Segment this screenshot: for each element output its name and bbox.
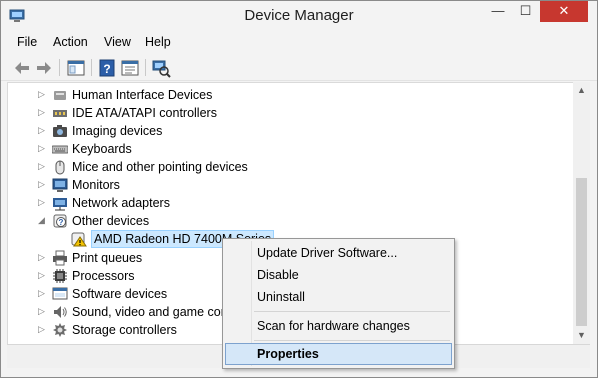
- tree-item-label: Human Interface Devices: [72, 88, 213, 102]
- context-menu: Update Driver Software... Disable Uninst…: [222, 238, 455, 369]
- tree-item-monitors[interactable]: ▷ Monitors: [8, 176, 568, 194]
- tree-item-keyboards[interactable]: ▷ Keyboards: [8, 140, 568, 158]
- tree-item-label: Monitors: [72, 178, 120, 192]
- menu-item-label: Scan for hardware changes: [257, 319, 410, 333]
- forward-arrow-icon[interactable]: [34, 58, 54, 78]
- expand-arrow-icon[interactable]: ▷: [38, 197, 46, 207]
- expand-arrow-icon[interactable]: ▷: [38, 270, 46, 280]
- expand-arrow-icon[interactable]: ▷: [38, 89, 46, 99]
- menu-item-label: Uninstall: [257, 290, 305, 304]
- svg-text:?: ?: [103, 62, 110, 76]
- ide-controller-icon: [53, 110, 67, 117]
- tree-item-label: Other devices: [72, 214, 150, 228]
- help-icon[interactable]: ?: [97, 58, 117, 78]
- printer-icon: [53, 250, 67, 266]
- expand-arrow-icon[interactable]: ▷: [38, 288, 46, 298]
- software-device-icon: [52, 287, 68, 300]
- expand-arrow-icon[interactable]: ▷: [38, 161, 46, 171]
- collapse-arrow-icon[interactable]: ◢: [38, 215, 46, 225]
- processor-icon: [53, 269, 67, 283]
- tree-item-ide-controllers[interactable]: ▷ IDE ATA/ATAPI controllers: [8, 104, 568, 122]
- toolbar-separator: [91, 59, 92, 76]
- tree-item-label: Processors: [72, 269, 135, 283]
- vertical-scrollbar[interactable]: ▲ ▼: [573, 82, 590, 344]
- scroll-down-arrow-icon[interactable]: ▼: [573, 327, 590, 344]
- tree-item-label: Imaging devices: [72, 124, 163, 138]
- tree-item-label: Network adapters: [72, 196, 170, 210]
- tree-item-label: Keyboards: [72, 142, 132, 156]
- speaker-icon: [54, 306, 67, 318]
- hid-icon: [54, 91, 66, 100]
- toolbar-separator: [145, 59, 146, 76]
- expand-arrow-icon[interactable]: ▷: [38, 125, 46, 135]
- expand-arrow-icon[interactable]: ▷: [38, 143, 46, 153]
- menu-bar: File Action View Help: [1, 32, 597, 54]
- close-button[interactable]: ✕: [540, 1, 588, 22]
- device-manager-window: Device Manager — ☐ ✕ File Action View He…: [0, 0, 598, 378]
- scrollbar-thumb[interactable]: [576, 178, 587, 326]
- scroll-up-arrow-icon[interactable]: ▲: [573, 82, 590, 99]
- menu-item-disable[interactable]: Disable: [225, 264, 452, 286]
- toolbar: ?: [1, 54, 597, 81]
- toolbar-separator: [59, 59, 60, 76]
- expand-arrow-icon[interactable]: ▷: [38, 306, 46, 316]
- menu-item-label: Update Driver Software...: [257, 246, 398, 260]
- back-arrow-icon[interactable]: [12, 58, 32, 78]
- tree-item-mice[interactable]: ▷ Mice and other pointing devices: [8, 158, 568, 176]
- menu-view[interactable]: View: [104, 35, 131, 49]
- storage-controller-icon: [53, 323, 67, 337]
- tree-item-label: IDE ATA/ATAPI controllers: [72, 106, 217, 120]
- menu-separator: [254, 340, 450, 341]
- mouse-icon: [55, 160, 65, 175]
- expand-arrow-icon[interactable]: ▷: [38, 252, 46, 262]
- show-hide-console-tree-icon[interactable]: [66, 58, 86, 78]
- tree-item-network-adapters[interactable]: ▷ Network adapters: [8, 194, 568, 212]
- menu-file[interactable]: File: [17, 35, 37, 49]
- properties-icon[interactable]: [120, 58, 140, 78]
- network-adapter-icon: [53, 198, 67, 211]
- expand-arrow-icon[interactable]: ▷: [38, 107, 46, 117]
- expand-arrow-icon[interactable]: ▷: [38, 324, 46, 334]
- tree-item-label: Mice and other pointing devices: [72, 160, 248, 174]
- title-bar[interactable]: Device Manager — ☐ ✕: [1, 1, 597, 32]
- camera-icon: [53, 125, 67, 137]
- menu-help[interactable]: Help: [145, 35, 171, 49]
- expand-arrow-icon[interactable]: ▷: [38, 179, 46, 189]
- scan-hardware-icon[interactable]: [151, 58, 171, 78]
- menu-item-uninstall[interactable]: Uninstall: [225, 286, 452, 308]
- minimize-button[interactable]: —: [484, 1, 512, 22]
- tree-item-label: Software devices: [72, 287, 168, 301]
- svg-text:?: ?: [59, 218, 64, 227]
- menu-action[interactable]: Action: [53, 35, 88, 49]
- tree-item-human-interface-devices[interactable]: ▷ Human Interface Devices: [8, 86, 568, 104]
- menu-item-label: Disable: [257, 268, 299, 282]
- keyboard-icon: [52, 145, 68, 154]
- monitor-icon: [52, 178, 68, 192]
- menu-item-label: Properties: [257, 347, 319, 361]
- maximize-button[interactable]: ☐: [512, 1, 539, 22]
- menu-item-properties[interactable]: Properties: [225, 343, 452, 365]
- unknown-device-icon: ?: [53, 214, 67, 228]
- tree-item-label: Print queues: [72, 251, 143, 265]
- menu-item-update-driver[interactable]: Update Driver Software...: [225, 242, 452, 264]
- tree-item-other-devices[interactable]: ◢ ? Other devices: [8, 212, 568, 230]
- tree-item-imaging-devices[interactable]: ▷ Imaging devices: [8, 122, 568, 140]
- warning-device-icon: [71, 232, 87, 247]
- menu-item-scan-hardware[interactable]: Scan for hardware changes: [225, 315, 452, 337]
- menu-separator: [254, 311, 450, 312]
- tree-item-label: Storage controllers: [72, 323, 177, 337]
